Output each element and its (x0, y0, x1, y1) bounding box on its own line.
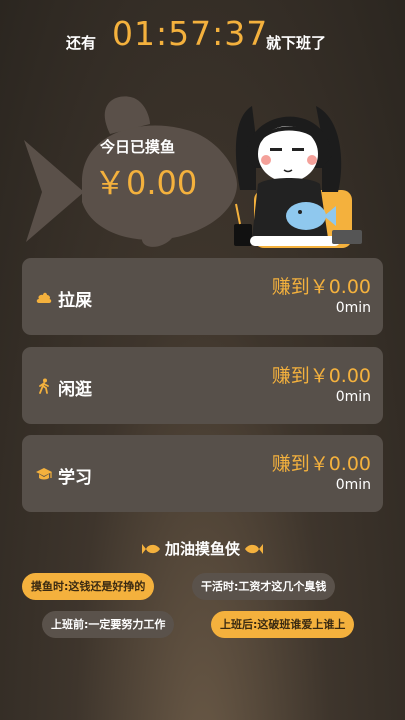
fish-right-icon (245, 543, 264, 554)
fish-left-icon (141, 543, 160, 554)
activity-duration: 0min (335, 477, 371, 493)
activity-name: 闲逛 (58, 380, 92, 400)
poop-icon (36, 292, 52, 303)
activity-card-stroll[interactable]: 闲逛 赚到￥0.00 0min (22, 347, 383, 424)
countdown-timer: 01:57:37 (112, 14, 269, 53)
activity-card-study[interactable]: 学习 赚到￥0.00 0min (22, 435, 383, 512)
countdown-suffix: 就下班了 (266, 34, 327, 52)
graduation-cap-icon (36, 468, 52, 480)
activity-card-poop[interactable]: 拉屎 赚到￥0.00 0min (22, 258, 383, 335)
motto-tag[interactable]: 摸鱼时:这钱还是好挣的 (22, 573, 155, 600)
activity-name: 学习 (58, 468, 92, 488)
activity-earned: 赚到￥0.00 (271, 276, 371, 298)
today-amount: ￥0.00 (94, 164, 198, 202)
activity-duration: 0min (335, 300, 371, 316)
countdown-bar: 还有 01:57:37 就下班了 (0, 14, 405, 58)
motto-tag[interactable]: 上班后:这破班谁爱上谁上 (211, 611, 355, 638)
cheer-heading: 加油摸鱼侠 (0, 538, 405, 559)
today-label: 今日已摸鱼 (100, 138, 176, 156)
motto-tag[interactable]: 干活时:工资才这几个臭钱 (192, 573, 336, 600)
activity-duration: 0min (335, 389, 371, 405)
activity-name: 拉屎 (58, 291, 92, 311)
activity-earned: 赚到￥0.00 (271, 453, 371, 475)
cheer-title: 加油摸鱼侠 (164, 540, 240, 558)
countdown-prefix: 还有 (66, 34, 97, 52)
activity-earned: 赚到￥0.00 (271, 365, 371, 387)
girl-illustration (234, 106, 362, 248)
motto-tag[interactable]: 上班前:一定要努力工作 (42, 611, 175, 638)
walking-icon (39, 378, 49, 394)
